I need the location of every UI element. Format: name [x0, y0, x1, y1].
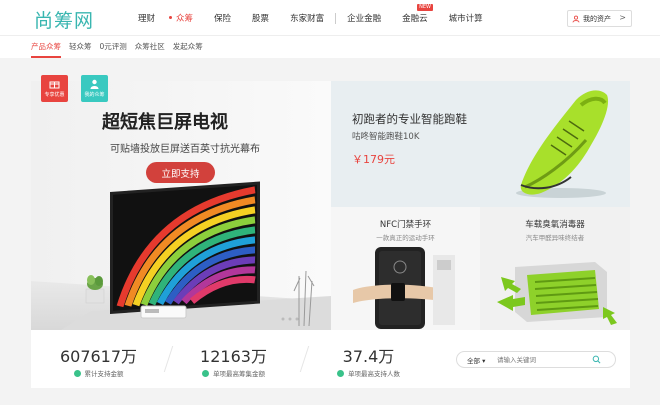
nav-item-qiye[interactable]: 企业金融	[347, 12, 381, 24]
search-scope-select[interactable]: 全部 ▾	[457, 355, 497, 365]
user-icon	[90, 79, 99, 89]
new-badge: NEW	[417, 4, 433, 11]
user-icon	[572, 15, 580, 23]
search-box: 全部 ▾	[456, 351, 616, 368]
nav-item-dongjia[interactable]: 东家财富	[290, 12, 324, 24]
shoe-subtitle: 咕咚智能跑鞋10K	[352, 132, 420, 142]
shoe-price: ￥179元	[352, 153, 395, 166]
people-icon	[337, 370, 344, 377]
stats-bar: 607617万 累计支持金额 12163万 单项最高筹集金额 37.4万 单项最…	[31, 330, 630, 388]
stat-label: 单项最高筹集金额	[166, 368, 301, 378]
main-nav: 理财 众筹 保险 股票 东家财富 企业金融 金融云 NEW 城市计算	[138, 0, 504, 36]
nav-item-baoxian[interactable]: 保险	[214, 12, 231, 24]
search-scope-label: 全部	[467, 356, 480, 365]
product-card-car[interactable]: 车载臭氧消毒器 汽车甲醛异味终结者	[480, 207, 630, 330]
nav-item-jinrongyun[interactable]: 金融云 NEW	[402, 4, 433, 24]
nav-item-gupiao[interactable]: 股票	[252, 12, 269, 24]
my-assets-button[interactable]: 我的资产 >	[567, 10, 632, 27]
car-title: 车载臭氧消毒器	[525, 220, 585, 230]
gift-icon	[49, 81, 60, 89]
stat-total-amount: 607617万 累计支持金额	[31, 330, 166, 388]
nfc-subtitle: 一款真正的运动手环	[376, 234, 435, 242]
shoe-title: 初跑者的专业智能跑鞋	[352, 112, 467, 126]
product-card-shoe[interactable]: 初跑者的专业智能跑鞋 咕咚智能跑鞋10K ￥179元	[331, 81, 630, 207]
nfc-band-image	[353, 247, 455, 329]
stat-label: 累计支持金额	[31, 368, 166, 378]
my-crowdfunding-label: 我的众筹	[84, 92, 105, 98]
car-subtitle: 汽车甲醛异味终结者	[525, 234, 585, 242]
nfc-title: NFC门禁手环	[379, 220, 432, 230]
stat-max-raised: 12163万 单项最高筹集金额	[166, 330, 301, 388]
nav-item-licai[interactable]: 理财	[138, 12, 155, 24]
stat-label-text: 单项最高筹集金额	[213, 370, 265, 378]
nav-item-jinrongyun-label: 金融云	[402, 14, 428, 24]
top-bar: 尚筹网 理财 众筹 保险 股票 东家财富 企业金融 金融云 NEW 城市计算 我…	[0, 0, 660, 36]
coin-icon	[73, 370, 81, 377]
stat-label: 单项最高支持人数	[301, 368, 436, 378]
nav-item-chengshi[interactable]: 城市计算	[449, 12, 483, 24]
my-assets-label: 我的资产	[583, 14, 611, 23]
search-icon[interactable]	[592, 355, 601, 364]
search-input[interactable]	[497, 355, 592, 364]
stat-value: 607617万	[59, 347, 138, 366]
coin-icon	[202, 370, 209, 377]
stat-value: 37.4万	[342, 347, 395, 366]
nav-item-zhongchou[interactable]: 众筹	[169, 12, 193, 24]
stat-max-supporters: 37.4万 单项最高支持人数	[301, 330, 436, 388]
my-crowdfunding-badge[interactable]: 我的众筹	[81, 75, 108, 102]
car-sterilizer-image	[497, 262, 617, 325]
stat-label-text: 累计支持金额	[84, 370, 124, 378]
subnav-community[interactable]: 众筹社区	[135, 36, 165, 58]
exclusive-offer-badge[interactable]: 专享优惠	[41, 75, 68, 102]
product-card-nfc[interactable]: NFC门禁手环 一款真正的运动手环	[331, 207, 480, 330]
chevron-right-icon: >	[619, 13, 626, 22]
subnav-launch[interactable]: 发起众筹	[173, 36, 203, 58]
subnav-free-review[interactable]: 0元评测	[100, 36, 127, 58]
stat-value: 12163万	[200, 347, 267, 366]
nav-divider	[335, 12, 337, 24]
site-logo[interactable]: 尚筹网	[34, 6, 94, 33]
stat-label-text: 单项最高支持人数	[348, 370, 400, 378]
banner-subtitle: 可贴墙投放巨屏送百英寸抗光幕布	[110, 144, 260, 155]
banner-title: 超短焦巨屏电视	[102, 112, 228, 133]
sub-nav: 产品众筹 轻众筹 0元评测 众筹社区 发起众筹	[0, 36, 660, 58]
running-shoe-image	[516, 90, 609, 198]
subnav-light[interactable]: 轻众筹	[69, 36, 92, 58]
subnav-product[interactable]: 产品众筹	[31, 36, 61, 58]
exclusive-offer-label: 专享优惠	[44, 92, 65, 98]
support-now-button[interactable]: 立即支持	[146, 162, 215, 183]
